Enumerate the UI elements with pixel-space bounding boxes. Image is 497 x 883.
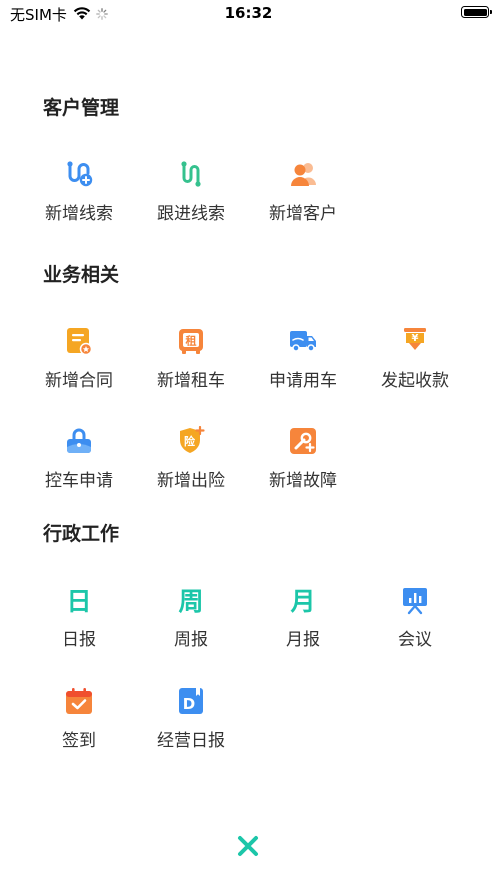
section-title-admin: 行政工作 <box>43 523 120 545</box>
apply-vehicle-label: 申请用车 <box>269 371 337 391</box>
insurance-glyph: 险 <box>184 434 196 448</box>
collect-payment-label: 发起收款 <box>381 371 449 391</box>
new-contract-label: 新增合同 <box>45 371 113 391</box>
section-title-business: 业务相关 <box>43 264 120 286</box>
yuan-glyph: ¥ <box>412 333 419 344</box>
daily-report-button[interactable]: 日 日报 <box>23 585 135 661</box>
business-daily-button[interactable]: D 经营日报 <box>135 686 247 762</box>
weekly-report-icon: 周 <box>176 585 206 615</box>
battery-icon <box>461 6 492 18</box>
monthly-report-button[interactable]: 月 月报 <box>247 585 359 661</box>
monthly-report-label: 月报 <box>286 630 320 650</box>
new-insurance-claim-button[interactable]: 险 新增出险 <box>135 426 247 502</box>
new-rental-button[interactable]: 租 新增租车 <box>135 326 247 402</box>
meeting-icon <box>400 585 430 615</box>
new-lead-icon <box>64 159 94 189</box>
apply-vehicle-button[interactable]: 申请用车 <box>247 326 359 402</box>
vehicle-control-icon <box>64 426 94 456</box>
new-rental-label: 新增租车 <box>157 371 225 391</box>
collect-payment-button[interactable]: ¥ 发起收款 <box>359 326 471 402</box>
weekly-glyph: 周 <box>178 587 203 615</box>
new-insurance-claim-label: 新增出险 <box>157 471 225 491</box>
monthly-glyph: 月 <box>289 587 315 615</box>
daily-glyph: 日 <box>66 587 91 615</box>
weekly-report-label: 周报 <box>174 630 208 650</box>
new-lead-label: 新增线索 <box>45 204 113 224</box>
business-daily-label: 经营日报 <box>157 731 225 751</box>
new-customer-button[interactable]: 新增客户 <box>247 159 359 235</box>
monthly-report-icon: 月 <box>288 585 318 615</box>
new-fault-label: 新增故障 <box>269 471 337 491</box>
close-icon <box>238 836 258 856</box>
apply-vehicle-icon <box>288 326 318 356</box>
vehicle-control-button[interactable]: 控车申请 <box>23 426 135 502</box>
new-contract-icon <box>64 326 94 356</box>
follow-lead-icon <box>176 159 206 189</box>
business-daily-icon: D <box>176 686 206 716</box>
rental-glyph: 租 <box>186 335 197 348</box>
new-contract-button[interactable]: 新增合同 <box>23 326 135 402</box>
new-rental-icon: 租 <box>176 326 206 356</box>
new-lead-button[interactable]: 新增线索 <box>23 159 135 235</box>
business-daily-glyph: D <box>183 695 195 713</box>
new-customer-label: 新增客户 <box>269 204 337 224</box>
new-customer-icon <box>288 159 318 189</box>
daily-report-icon: 日 <box>64 585 94 615</box>
vehicle-control-label: 控车申请 <box>45 471 113 491</box>
check-in-icon <box>64 686 94 716</box>
check-in-button[interactable]: 签到 <box>23 686 135 762</box>
check-in-label: 签到 <box>62 731 96 751</box>
collect-payment-icon: ¥ <box>400 326 430 356</box>
close-button[interactable] <box>236 834 260 858</box>
daily-report-label: 日报 <box>62 630 96 650</box>
new-fault-icon <box>288 426 318 456</box>
meeting-label: 会议 <box>398 630 432 650</box>
new-fault-button[interactable]: 新增故障 <box>247 426 359 502</box>
section-title-customer-management: 客户管理 <box>43 97 120 119</box>
weekly-report-button[interactable]: 周 周报 <box>135 585 247 661</box>
meeting-button[interactable]: 会议 <box>359 585 471 661</box>
status-time: 16:32 <box>224 4 273 22</box>
new-insurance-claim-icon: 险 <box>176 426 206 456</box>
status-bar: 无SIM卡 16:32 <box>0 0 497 30</box>
follow-lead-button[interactable]: 跟进线索 <box>135 159 247 235</box>
follow-lead-label: 跟进线索 <box>157 204 225 224</box>
